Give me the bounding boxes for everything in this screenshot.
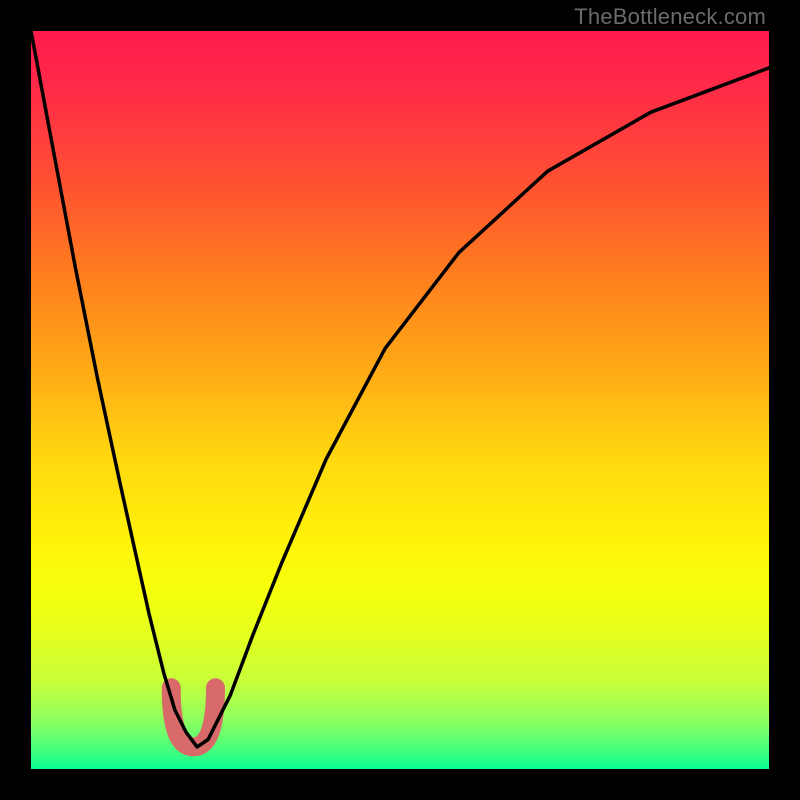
chart-area [31,31,769,769]
watermark-text: TheBottleneck.com [574,4,766,30]
bottleneck-chart-svg [31,31,769,769]
bottleneck-curve-line [31,31,769,747]
